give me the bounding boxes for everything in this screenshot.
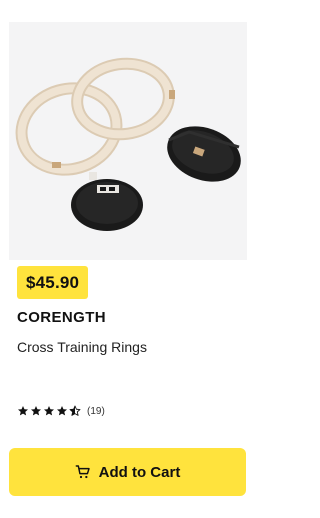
star-half-icon xyxy=(69,405,81,416)
price: $45.90 xyxy=(26,272,80,292)
gym-rings-illustration xyxy=(15,57,241,231)
add-to-cart-button[interactable]: Add to Cart xyxy=(9,448,246,496)
product-image[interactable] xyxy=(9,22,247,260)
star-icon xyxy=(44,406,54,416)
rating-stars xyxy=(17,405,81,417)
cart-icon xyxy=(75,465,90,479)
review-count: (19) xyxy=(87,405,105,417)
star-icon xyxy=(18,406,28,416)
rating[interactable]: (19) xyxy=(17,405,105,417)
brand-name[interactable]: CORENGTH xyxy=(17,309,106,326)
price-badge: $45.90 xyxy=(17,266,89,299)
star-icon xyxy=(31,406,41,416)
star-icon xyxy=(57,406,67,416)
product-title[interactable]: Cross Training Rings xyxy=(17,339,147,355)
add-to-cart-label: Add to Cart xyxy=(98,463,181,481)
